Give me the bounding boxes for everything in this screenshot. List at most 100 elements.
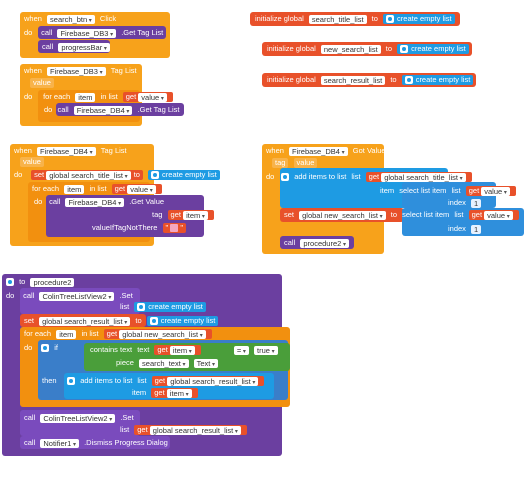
set-keyword: set (24, 316, 35, 326)
param-value[interactable]: value (20, 157, 44, 168)
create-empty-list-block[interactable]: create empty list (146, 316, 219, 327)
gear-icon[interactable] (67, 377, 76, 386)
global-name-field[interactable]: new_search_list (320, 44, 381, 54)
get-block[interactable]: get global search_result_list (151, 376, 265, 387)
get-keyword: get (468, 186, 480, 196)
get-block[interactable]: get value (122, 92, 173, 103)
get-value-dropdown[interactable]: global search_title_list (381, 172, 466, 182)
event-name: Click (99, 14, 117, 24)
component-dropdown[interactable]: Firebase_DB4 (73, 105, 133, 115)
get-keyword: get (471, 210, 483, 220)
call-keyword: call (23, 291, 35, 301)
component-dropdown[interactable]: Firebase_DB4 (289, 146, 348, 156)
text-string-block[interactable]: " " (162, 223, 187, 234)
component-dropdown[interactable]: Firebase_DB4 (37, 146, 96, 156)
create-empty-list-block[interactable]: create empty list (401, 75, 474, 86)
gear-icon[interactable] (281, 173, 290, 182)
gear-icon[interactable] (149, 317, 158, 326)
if-keyword: if (54, 343, 58, 353)
to-keyword: to (135, 316, 142, 326)
get-value-dropdown[interactable]: value (127, 184, 156, 194)
gear-icon[interactable] (6, 278, 14, 287)
gear-icon[interactable] (151, 171, 160, 180)
gear-icon[interactable] (386, 15, 395, 24)
call-keyword: call (49, 197, 61, 207)
in-list-keyword: in list (100, 92, 118, 102)
get-value-dropdown[interactable]: global search_result_list (149, 425, 241, 435)
loop-variable[interactable]: item (75, 92, 96, 102)
get-value-dropdown[interactable]: global search_result_list (167, 376, 259, 386)
component-dropdown[interactable]: Firebase_DB3 (47, 66, 106, 76)
list-label: list (120, 425, 130, 435)
get-keyword: get (154, 388, 165, 398)
component-dropdown[interactable]: Firebase_DB4 (65, 197, 125, 207)
component-dropdown[interactable]: Notifier1 (40, 438, 79, 448)
get-keyword: get (368, 172, 380, 182)
get-value-dropdown[interactable]: global new_search_list (119, 329, 206, 339)
get-keyword: get (157, 345, 168, 355)
create-empty-list-block[interactable]: create empty list (148, 170, 220, 181)
get-block[interactable]: get value (111, 184, 162, 195)
get-value-dropdown[interactable]: item (169, 345, 195, 355)
variable-dropdown[interactable]: global search_result_list (39, 316, 131, 326)
param-tag[interactable]: tag (272, 158, 289, 169)
set-block[interactable]: set global search_title_listto (31, 170, 143, 181)
create-empty-list-block[interactable]: create empty list (383, 14, 455, 25)
variable-dropdown[interactable]: global new_search_list (299, 210, 386, 220)
in-list-keyword: in list (89, 184, 107, 194)
get-block[interactable]: get global new_search_list (103, 329, 212, 340)
param-value[interactable]: value (293, 158, 318, 169)
procedure-name-field[interactable]: procedure2 (30, 277, 75, 287)
component-dropdown[interactable]: Firebase_DB3 (57, 28, 117, 38)
do-keyword: do (6, 291, 15, 301)
global-name-field[interactable]: search_title_list (308, 14, 367, 24)
variable-dropdown[interactable]: global search_title_list (46, 170, 131, 180)
get-keyword: get (125, 92, 137, 102)
component-dropdown[interactable]: ColinTreeListView2 (40, 413, 116, 423)
create-empty-list-block[interactable]: create empty list (397, 44, 469, 55)
do-keyword: do (266, 172, 275, 182)
property-dropdown[interactable]: Text (193, 358, 219, 368)
loop-variable[interactable]: item (56, 329, 77, 339)
get-value-dropdown[interactable]: item (166, 388, 192, 398)
true-dropdown[interactable]: true (254, 345, 278, 355)
create-empty-list-label: create empty list (162, 170, 217, 180)
component-dropdown[interactable]: ColinTreeListView2 (39, 291, 115, 301)
get-block[interactable]: get global search_result_list (134, 425, 247, 436)
get-block[interactable]: get value (465, 186, 516, 197)
gear-icon[interactable] (400, 45, 409, 54)
component-dropdown[interactable]: progressBar (58, 42, 110, 52)
component-dropdown[interactable]: search_btn (47, 14, 95, 24)
get-value-dropdown[interactable]: value (138, 92, 167, 102)
get-value-dropdown[interactable]: value (481, 186, 510, 196)
get-block[interactable]: get value (468, 210, 519, 221)
loop-variable[interactable]: item (64, 184, 85, 194)
in-list-keyword: in list (81, 329, 99, 339)
get-value-dropdown[interactable]: value (484, 210, 513, 220)
get-block[interactable]: get global search_title_list (365, 172, 472, 183)
index-number[interactable]: 1 (471, 198, 482, 208)
gear-icon[interactable] (41, 344, 50, 353)
compare-operator-dropdown[interactable]: = (233, 345, 249, 355)
do-keyword: do (24, 92, 33, 102)
get-value-dropdown[interactable]: item (183, 210, 208, 220)
set-keyword: set (34, 170, 45, 180)
event-name: Tag List (110, 66, 137, 76)
set-keyword: set (284, 210, 295, 220)
call-keyword: call (41, 28, 53, 38)
procedure-dropdown[interactable]: procedure2 (300, 238, 349, 248)
event-name: Tag List (100, 146, 127, 156)
component-dropdown[interactable]: search_text (139, 358, 189, 368)
index-number[interactable]: 1 (471, 224, 482, 234)
get-block[interactable]: get item (154, 345, 201, 356)
create-empty-list-label: create empty list (160, 316, 216, 326)
param-value[interactable]: value (30, 78, 54, 89)
global-name-field[interactable]: search_result_list (320, 75, 386, 85)
gear-icon[interactable] (137, 303, 146, 312)
gear-icon[interactable] (404, 76, 413, 85)
create-empty-list-block[interactable]: create empty list (134, 302, 206, 313)
get-block[interactable]: get item (151, 388, 198, 399)
method-name: .Set (119, 291, 133, 301)
get-block[interactable]: get item (167, 210, 214, 221)
call-keyword: call (57, 105, 69, 115)
